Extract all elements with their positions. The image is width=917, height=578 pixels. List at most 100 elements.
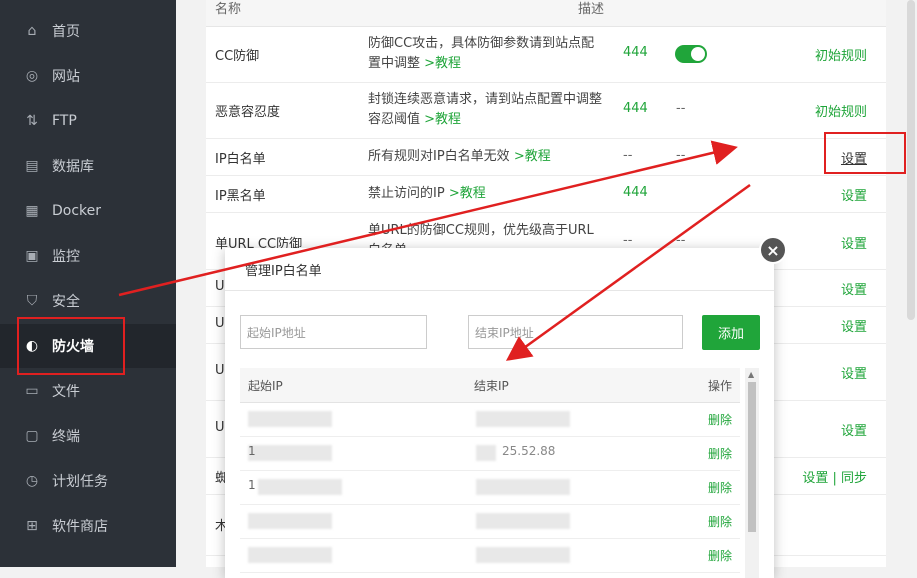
start-ip-fragment: 1 (248, 444, 256, 458)
op-settings-sync[interactable]: 设置 | 同步 (802, 467, 867, 486)
table-row: IP黑名单 禁止访问的IP >教程 444 设置 (206, 176, 886, 213)
sidebar-item-label: 首页 (52, 24, 80, 40)
sidebar-item-label: 监控 (52, 249, 80, 265)
start-ip-fragment: 1 (248, 478, 256, 492)
delete-link[interactable]: 删除 (708, 479, 732, 496)
col-name-header: 名称 (215, 2, 242, 17)
rule-name: CC防御 (215, 49, 260, 64)
ip-row: 删除 (240, 504, 740, 539)
rule-name: U (215, 363, 225, 378)
sidebar-item-label: FTP (52, 113, 77, 129)
sidebar-item-website[interactable]: ◎ 网站 (0, 54, 176, 98)
sidebar-item-home[interactable]: ⌂ 首页 (0, 9, 176, 53)
end-ip-input[interactable]: 结束IP地址 (468, 315, 683, 349)
tutorial-link[interactable]: >教程 (424, 56, 461, 71)
rule-name: 恶意容忍度 (215, 105, 281, 120)
op-settings[interactable]: 设置 (841, 316, 867, 335)
start-ip-input[interactable]: 起始IP地址 (240, 315, 427, 349)
op-settings[interactable]: 设置 (841, 279, 867, 298)
globe-icon: ◎ (25, 68, 39, 84)
sidebar-item-label: 网站 (52, 69, 80, 85)
redacted-start-ip (248, 513, 332, 529)
table-row: 恶意容忍度 封锁连续恶意请求，请到站点配置中调整容忍阈值 >教程 444 -- … (206, 83, 886, 139)
sidebar-item-label: 软件商店 (52, 519, 108, 535)
redacted-end-ip (476, 445, 496, 461)
response-code: -- (623, 233, 633, 248)
sidebar-item-label: 终端 (52, 429, 80, 445)
redacted-start-ip (248, 445, 332, 461)
database-icon: ▤ (25, 158, 39, 174)
rule-name: IP白名单 (215, 152, 266, 167)
col-start-ip: 起始IP (248, 379, 283, 393)
sidebar-item-ftp[interactable]: ⇅ FTP (0, 99, 176, 143)
rule-name: U (215, 279, 225, 294)
home-icon: ⌂ (27, 23, 37, 39)
table-header: 名称 描述 (206, 0, 886, 27)
apps-icon: ⊞ (26, 518, 38, 534)
sidebar: ⌂ 首页 ◎ 网站 ⇅ FTP ▤ 数据库 ▦ Docker ▣ 监控 ⛉ 安全 ◐ 防火墙 ▭… (0, 0, 176, 567)
op-settings[interactable]: 设置 (841, 233, 867, 252)
sidebar-item-files[interactable]: ▭ 文件 (0, 369, 176, 413)
folder-icon: ▭ (25, 383, 39, 399)
sidebar-item-database[interactable]: ▤ 数据库 (0, 144, 176, 188)
ip-whitelist-modal: 管理IP白名单 起始IP地址 结束IP地址 添加 起始IP 结束IP 操作 删除… (225, 248, 774, 578)
add-button[interactable]: 添加 (702, 315, 760, 350)
redacted-end-ip (476, 479, 570, 495)
delete-link[interactable]: 删除 (708, 411, 732, 428)
ip-table-scrollbar[interactable]: ▲ (745, 368, 759, 578)
sidebar-item-label: 文件 (52, 384, 80, 400)
ip-table-header: 起始IP 结束IP 操作 (240, 368, 740, 403)
redacted-end-ip (476, 513, 570, 529)
sidebar-item-docker[interactable]: ▦ Docker (0, 189, 176, 233)
enable-toggle[interactable] (675, 45, 707, 63)
ftp-icon: ⇅ (26, 113, 38, 129)
delete-link[interactable]: 删除 (708, 547, 732, 564)
response-code: 444 (623, 101, 648, 116)
rule-desc: 封锁连续恶意请求，请到站点配置中调整容忍阈值 >教程 (368, 92, 603, 127)
redacted-start-ip (258, 479, 342, 495)
op-settings[interactable]: 设置 (841, 185, 867, 204)
response-code: 444 (623, 45, 648, 60)
response-code: 444 (623, 185, 648, 200)
page-scrollbar[interactable] (907, 0, 915, 320)
redacted-start-ip (248, 411, 332, 427)
col-op: 操作 (707, 379, 732, 393)
op-settings[interactable]: 设置 (841, 363, 867, 382)
monitor-icon: ▣ (25, 248, 39, 264)
sidebar-item-label: 计划任务 (52, 474, 108, 490)
sidebar-item-label: Docker (52, 203, 102, 219)
close-icon[interactable]: × (759, 236, 787, 264)
rule-name: IP黑名单 (215, 189, 266, 204)
col-desc-header: 描述 (578, 2, 605, 17)
modal-title: 管理IP白名单 (245, 264, 322, 279)
clock-icon: ◷ (25, 473, 39, 489)
end-ip-fragment: 25.52.88 (502, 444, 556, 458)
redacted-start-ip (248, 547, 332, 563)
rule-desc: 所有规则对IP白名单无效 >教程 (368, 149, 551, 164)
sidebar-item-cron[interactable]: ◷ 计划任务 (0, 459, 176, 503)
scroll-up-icon[interactable]: ▲ (748, 370, 754, 379)
sidebar-item-label: 安全 (52, 294, 80, 310)
redacted-end-ip (476, 411, 570, 427)
sidebar-item-monitor[interactable]: ▣ 监控 (0, 234, 176, 278)
delete-link[interactable]: 删除 (708, 513, 732, 530)
tutorial-link[interactable]: >教程 (514, 149, 551, 164)
rule-desc: 防御CC攻击，具体防御参数请到站点配置中调整 >教程 (368, 36, 595, 71)
terminal-icon: ▢ (25, 428, 39, 444)
sidebar-item-terminal[interactable]: ▢ 终端 (0, 414, 176, 458)
tutorial-link[interactable]: >教程 (449, 186, 486, 201)
tutorial-link[interactable]: >教程 (424, 112, 461, 127)
ip-row: 删除 (240, 538, 740, 573)
delete-link[interactable]: 删除 (708, 445, 732, 462)
rule-desc: 禁止访问的IP >教程 (368, 186, 486, 201)
status-value: -- (676, 148, 686, 163)
table-row: CC防御 防御CC攻击，具体防御参数请到站点配置中调整 >教程 444 初始规则 (206, 27, 886, 83)
sidebar-item-store[interactable]: ⊞ 软件商店 (0, 504, 176, 548)
table-row: IP白名单 所有规则对IP白名单无效 >教程 -- -- 设置 (206, 139, 886, 176)
op-settings[interactable]: 设置 (841, 420, 867, 439)
op-initial-rules[interactable]: 初始规则 (815, 45, 867, 64)
scroll-thumb[interactable] (748, 382, 756, 532)
annotation-box-settings (824, 132, 906, 174)
op-initial-rules[interactable]: 初始规则 (815, 101, 867, 120)
rule-name: U (215, 316, 225, 331)
